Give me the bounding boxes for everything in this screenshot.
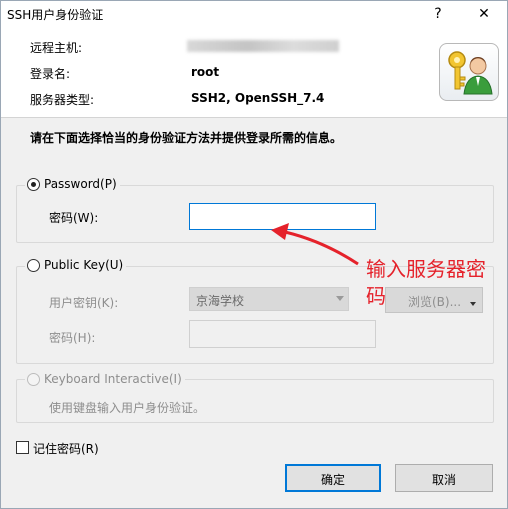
- host-label: 远程主机:: [30, 41, 83, 55]
- annotation-line-1: 输入服务器密: [366, 257, 486, 281]
- host-value-redacted: [187, 40, 339, 52]
- window-title: SSH用户身份验证: [7, 8, 104, 22]
- remember-password-checkbox[interactable]: [16, 441, 29, 454]
- password-radio-label: Password(P): [44, 177, 117, 191]
- passphrase-label: 密码(H):: [49, 331, 96, 345]
- user-key-icon: [439, 43, 499, 101]
- login-value: root: [191, 65, 220, 79]
- ok-button[interactable]: 确定: [285, 464, 381, 492]
- password-radio-indicator[interactable]: [27, 177, 40, 191]
- title-bar: SSH用户身份验证 ? ✕: [1, 1, 507, 27]
- login-label: 登录名:: [30, 67, 71, 81]
- keyboard-interactive-radio[interactable]: Keyboard Interactive(I): [25, 372, 185, 386]
- cancel-button[interactable]: 取消: [395, 464, 493, 492]
- user-key-select[interactable]: 京海学校: [189, 287, 349, 311]
- ok-button-label: 确定: [320, 473, 345, 487]
- ssh-auth-dialog: SSH用户身份验证 ? ✕ 远程主机: 登录名: root 服务器类型: SSH…: [0, 0, 508, 509]
- user-key-value: 京海学校: [196, 294, 245, 308]
- annotation-arrow-icon: [271, 223, 359, 266]
- remember-password-label[interactable]: 记住密码(R): [33, 440, 99, 457]
- close-button[interactable]: ✕: [473, 4, 495, 24]
- passphrase-input[interactable]: [189, 320, 376, 348]
- password-radio[interactable]: Password(P): [25, 177, 120, 191]
- keyboard-interactive-description: 使用键盘输入用户身份验证。: [49, 401, 206, 415]
- connection-info-panel: 远程主机: 登录名: root 服务器类型: SSH2, OpenSSH_7.4: [1, 27, 507, 118]
- password-field-label: 密码(W):: [49, 211, 99, 225]
- annotation-text: 输入服务器密 码: [366, 256, 486, 310]
- public-key-radio-indicator[interactable]: [27, 258, 40, 272]
- cancel-button-label: 取消: [431, 473, 456, 487]
- public-key-radio[interactable]: Public Key(U): [25, 258, 127, 272]
- keyboard-interactive-radio-label: Keyboard Interactive(I): [44, 372, 182, 386]
- keyboard-interactive-radio-indicator[interactable]: [27, 372, 40, 386]
- instruction-text: 请在下面选择恰当的身份验证方法并提供登录所需的信息。: [30, 131, 343, 145]
- annotation-line-2: 码: [366, 284, 386, 308]
- chevron-down-icon: [336, 296, 344, 301]
- public-key-radio-label: Public Key(U): [44, 258, 124, 272]
- server-type-label: 服务器类型:: [30, 93, 95, 107]
- user-key-label: 用户密钥(K):: [49, 296, 119, 310]
- server-type-value: SSH2, OpenSSH_7.4: [191, 91, 325, 105]
- help-button[interactable]: ?: [427, 4, 449, 24]
